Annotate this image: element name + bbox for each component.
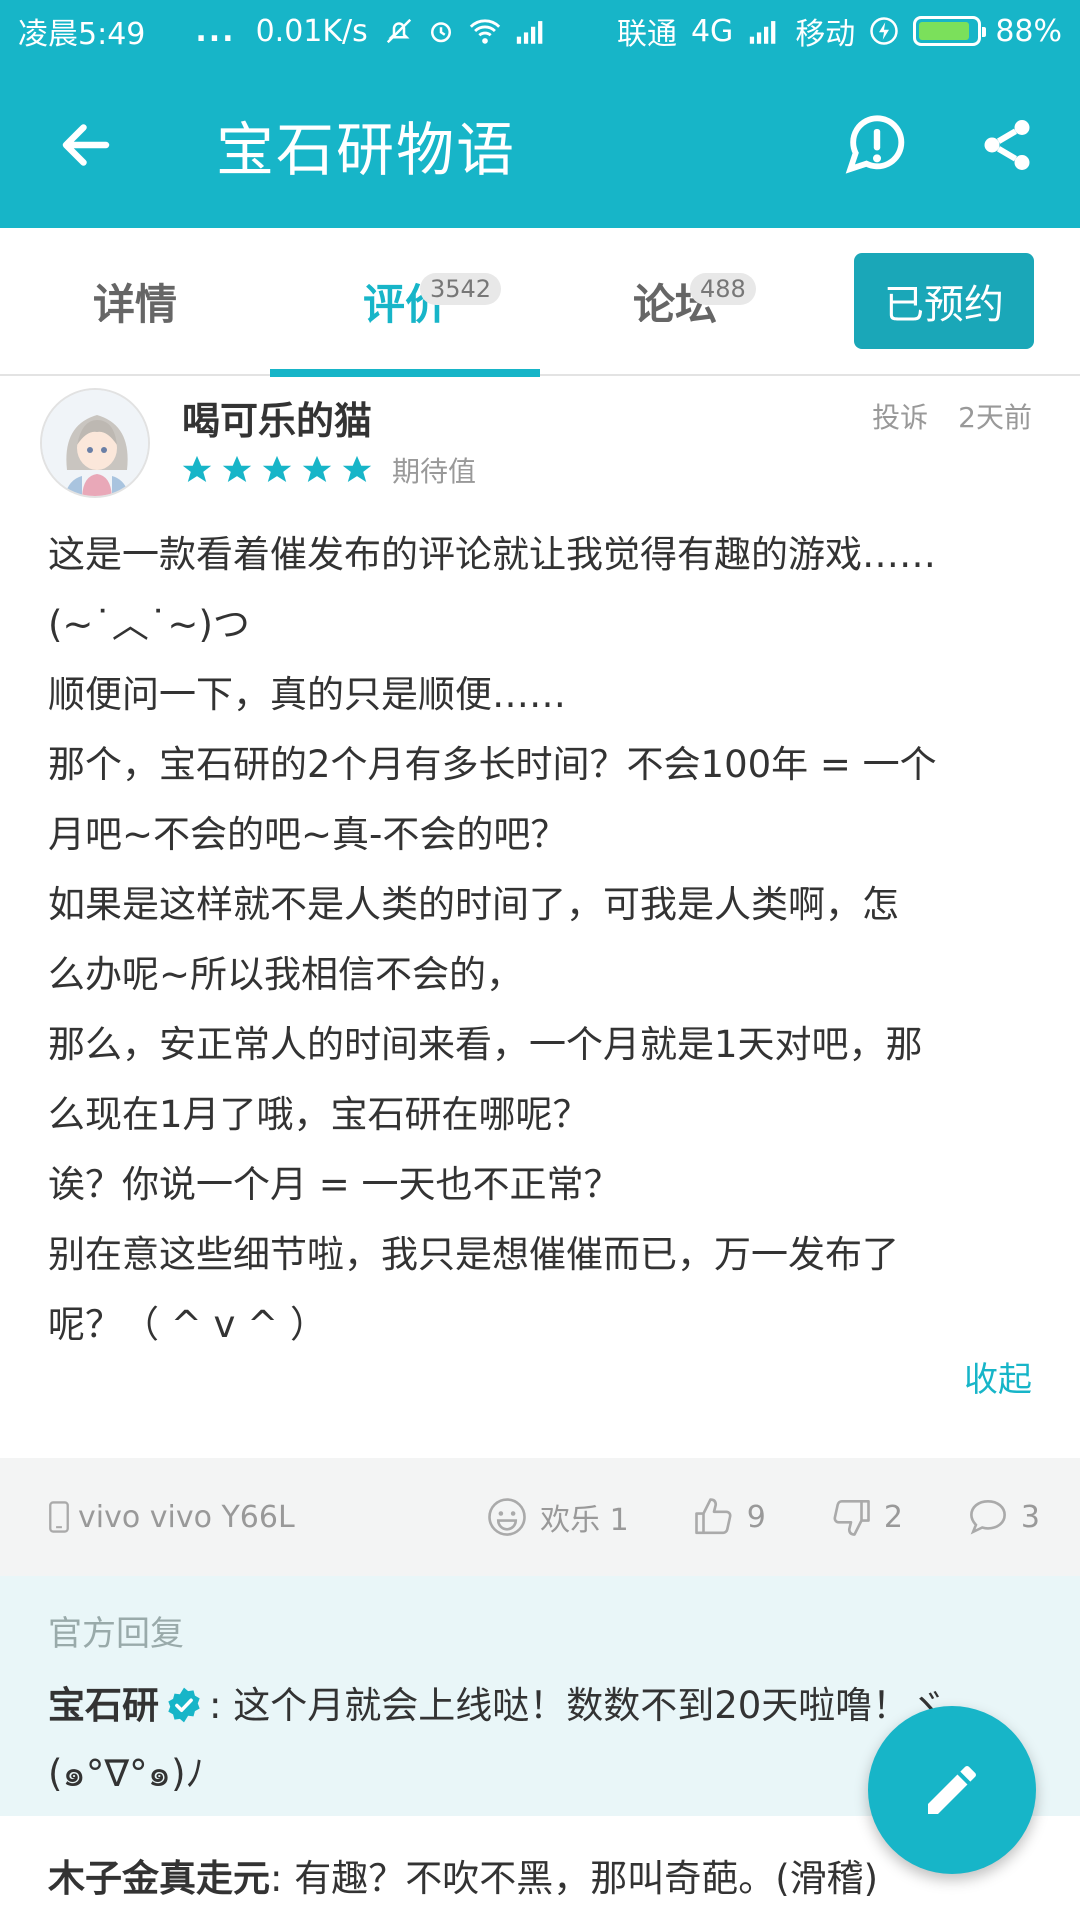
share-button[interactable]: [962, 100, 1052, 190]
star-rating: [180, 453, 374, 487]
review-line: 呢？（ ^ v ^ ）: [48, 1303, 327, 1346]
review-action-bar: vivo vivo Y66L 欢乐 1 9 2 3: [0, 1458, 1080, 1576]
tab-review[interactable]: 评价 3542: [270, 227, 540, 377]
review-username[interactable]: 喝可乐的猫: [182, 390, 372, 445]
tab-label: 详情: [92, 279, 177, 329]
status-bar: 凌晨5:49 ... 0.01K/s 联通 4G 移动 88%: [0, 0, 1080, 62]
star-icon: [222, 455, 252, 483]
status-battery-percent: 88%: [995, 13, 1062, 49]
official-reply-line-2: (๑°∇°๑)ﾉ: [48, 1752, 205, 1795]
status-more-dots: ...: [195, 13, 236, 49]
review-line: 么办呢~所以我相信不会的，: [48, 953, 524, 996]
back-button[interactable]: [36, 95, 136, 195]
wifi-icon: [469, 19, 500, 44]
review-line: 如果是这样就不是人类的时间了，可我是人类啊，怎: [48, 883, 899, 926]
status-network-speed: 0.01K/s: [255, 13, 368, 49]
charging-icon: [870, 17, 899, 45]
star-icon: [342, 455, 372, 483]
exclamation-icon: [845, 115, 905, 174]
review-line: 那个，宝石研的2个月有多长时间？不会100年 = 一个: [48, 743, 937, 786]
review-body: 这是一款看着催发布的评论就让我觉得有趣的游戏…… (~˙︿˙~)つ 顺便问一下，…: [48, 520, 1038, 1360]
review-meta: 投诉 2天前: [872, 396, 1032, 436]
dislike-count: 2: [883, 1499, 903, 1535]
dislike-button[interactable]: 2: [830, 1496, 903, 1538]
thumbs-up-icon: [694, 1498, 732, 1535]
phone-icon: [49, 1501, 69, 1533]
review-line: 别在意这些细节啦，我只是想催催而已，万一发布了: [48, 1233, 899, 1276]
tab-detail[interactable]: 详情: [0, 227, 270, 375]
status-carrier-2: 移动: [795, 17, 856, 52]
device-name: vivo vivo Y66L: [78, 1499, 295, 1535]
reply-author[interactable]: 木子金真走元: [48, 1857, 270, 1900]
report-button[interactable]: [832, 100, 922, 190]
review-time: 2天前: [958, 401, 1032, 434]
active-tab-indicator: [270, 369, 540, 377]
battery-icon: [913, 16, 987, 46]
status-carrier-1: 联通: [616, 17, 677, 52]
review-line: 顺便问一下，真的只是顺便……: [48, 673, 566, 716]
review-line: 月吧~不会的吧~真-不会的吧？: [48, 813, 568, 856]
reserved-button[interactable]: 已预约: [854, 253, 1034, 349]
verified-badge-icon: [168, 1687, 200, 1723]
share-icon: [984, 120, 1030, 170]
comment-icon: [969, 1499, 1006, 1535]
tab-forum[interactable]: 论坛 488: [540, 227, 810, 375]
review-count-badge: 3542: [420, 273, 502, 305]
avatar-image: [42, 390, 148, 496]
review-line: 这是一款看着催发布的评论就让我觉得有趣的游戏……: [48, 533, 936, 576]
fun-button[interactable]: 欢乐 1: [486, 1495, 629, 1539]
rating-label: 期待值: [392, 455, 477, 488]
reply-comment: 木子金真走元: 有趣？不吹不黑，那叫奇葩。(滑稽): [48, 1848, 878, 1902]
signal-icon: [516, 21, 543, 44]
star-icon: [182, 455, 212, 483]
page-title: 宝石研物语: [216, 116, 517, 184]
review-line: 那么，安正常人的时间来看，一个月就是1天对吧，那: [48, 1023, 923, 1066]
review-line: 么现在1月了哦，宝石研在哪呢？: [48, 1093, 590, 1136]
review-line: 诶？你说一个月 = 一天也不正常？: [48, 1163, 621, 1206]
star-icon: [302, 455, 332, 483]
review-line: (~˙︿˙~)つ: [48, 603, 250, 646]
device-info: vivo vivo Y66L: [48, 1500, 295, 1535]
smile-icon: [488, 1498, 526, 1536]
official-reply-line-1: : 这个月就会上线哒！数数不到20天啦噜！ヾ: [209, 1684, 947, 1727]
report-link[interactable]: 投诉: [872, 396, 928, 436]
comment-button[interactable]: 3: [967, 1496, 1040, 1538]
tab-bar: 详情 评价 3542 论坛 488 已预约: [0, 227, 1080, 377]
star-icon: [262, 455, 292, 483]
arrow-left-icon: [62, 124, 110, 166]
write-review-fab[interactable]: [868, 1706, 1036, 1874]
like-count: 9: [746, 1499, 766, 1535]
status-network-type: 4G: [690, 13, 734, 49]
rating-row: 期待值: [180, 450, 476, 490]
comment-count: 3: [1020, 1499, 1040, 1535]
alarm-icon: [430, 22, 451, 43]
fun-count: 欢乐 1: [540, 1503, 629, 1538]
pencil-icon: [928, 1765, 976, 1814]
official-reply-label: 官方回复: [48, 1614, 184, 1654]
official-author[interactable]: 宝石研: [48, 1684, 159, 1727]
reply-text: : 有趣？不吹不黑，那叫奇葩。(滑稽): [270, 1857, 879, 1900]
collapse-link[interactable]: 收起: [964, 1352, 1032, 1401]
status-time: 凌晨5:49: [18, 17, 146, 52]
app-bar: 宝石研物语: [0, 62, 1080, 228]
like-button[interactable]: 9: [693, 1496, 766, 1538]
mute-bell-icon: [386, 18, 411, 44]
thumbs-down-icon: [833, 1499, 870, 1536]
avatar[interactable]: [40, 388, 150, 498]
signal-icon: [750, 21, 776, 44]
forum-count-badge: 488: [690, 273, 756, 305]
